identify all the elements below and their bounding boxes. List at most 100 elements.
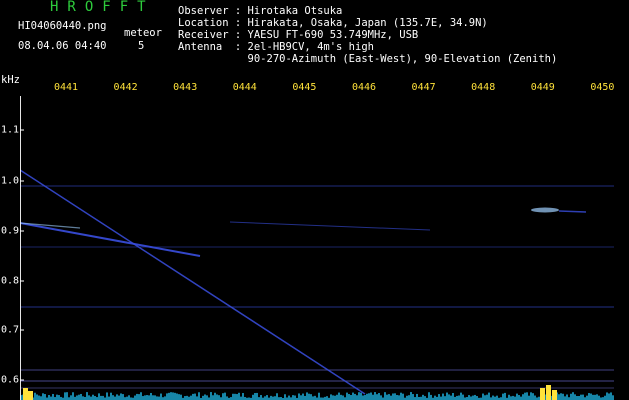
- noise-bar: [336, 394, 338, 400]
- noise-bar: [118, 395, 120, 400]
- station-row: Receiver : YAESU FT-690 53.749MHz, USB: [178, 29, 419, 41]
- noise-bar: [78, 394, 80, 400]
- noise-bar: [528, 395, 530, 400]
- noise-bar: [144, 395, 146, 400]
- noise-bar: [342, 395, 344, 400]
- noise-bar: [396, 394, 398, 400]
- y-axis-unit: kHz: [1, 74, 20, 86]
- noise-bar: [370, 392, 372, 400]
- noise-bar: [422, 394, 424, 400]
- meteor-trace: [229, 221, 431, 231]
- meteor-trace: [558, 210, 587, 213]
- noise-bar: [346, 392, 348, 400]
- noise-bar: [176, 393, 178, 400]
- noise-bar: [438, 394, 440, 400]
- noise-bar: [448, 394, 450, 400]
- noise-bar: [254, 393, 256, 400]
- station-row: Observer : Hirotaka Otsuka: [178, 5, 343, 17]
- noise-bar: [100, 395, 102, 400]
- noise-bar: [412, 394, 414, 400]
- noise-bar: [146, 395, 148, 400]
- noise-bar: [36, 394, 38, 400]
- app-brand: HROFFT: [50, 0, 155, 15]
- noise-bar: [368, 393, 370, 400]
- noise-bar: [604, 395, 606, 400]
- noise-bar: [446, 392, 448, 400]
- noise-bar: [152, 395, 154, 400]
- noise-bar: [598, 395, 600, 400]
- noise-bar: [166, 393, 168, 400]
- noise-bar: [232, 393, 234, 400]
- noise-bar: [318, 392, 320, 400]
- noise-bar: [86, 392, 88, 400]
- noise-bar: [218, 395, 220, 400]
- noise-bar: [472, 395, 474, 400]
- noise-bar: [122, 394, 124, 400]
- noise-burst: [540, 388, 545, 400]
- x-tick-label: 0442: [113, 82, 138, 93]
- noise-bar: [92, 394, 94, 400]
- noise-bar: [560, 393, 562, 400]
- noise-bar: [304, 395, 306, 400]
- noise-bar: [276, 393, 278, 400]
- meteor-count: 5: [138, 40, 145, 52]
- noise-bar: [88, 395, 90, 400]
- noise-bar: [348, 394, 350, 400]
- noise-bar: [502, 393, 504, 400]
- noise-bar: [588, 393, 590, 400]
- noise-bar: [494, 396, 496, 400]
- noise-bar: [450, 395, 452, 400]
- noise-bar: [192, 393, 194, 400]
- noise-bar: [288, 395, 290, 400]
- y-tick-label: 1.1: [1, 124, 20, 136]
- noise-bar: [302, 393, 304, 400]
- noise-bar: [76, 395, 78, 400]
- noise-bar: [212, 395, 214, 400]
- noise-bar: [222, 393, 224, 400]
- y-tick-label: 0.6: [1, 374, 20, 386]
- noise-bar: [156, 396, 158, 400]
- noise-bar: [114, 396, 116, 400]
- noise-bar: [458, 395, 460, 400]
- noise-bar: [386, 394, 388, 400]
- noise-bar: [356, 395, 358, 400]
- x-tick-label: 0450: [590, 82, 615, 93]
- noise-bar: [194, 393, 196, 400]
- noise-bar: [488, 392, 490, 400]
- noise-bar: [354, 393, 356, 400]
- noise-bar: [240, 396, 242, 400]
- noise-bar: [108, 396, 110, 400]
- noise-bar: [564, 396, 566, 400]
- noise-bar: [306, 392, 308, 400]
- noise-bar: [508, 394, 510, 400]
- y-tick-label: 0.9: [1, 225, 20, 237]
- noise-bar: [110, 392, 112, 400]
- noise-bar: [308, 393, 310, 400]
- noise-bar: [216, 394, 218, 400]
- noise-bar: [264, 396, 266, 400]
- noise-bar: [64, 392, 66, 400]
- noise-bar: [518, 395, 520, 400]
- noise-bar: [196, 396, 198, 400]
- noise-bar: [526, 392, 528, 400]
- noise-bar: [394, 393, 396, 400]
- noise-bar: [610, 392, 612, 400]
- noise-burst: [546, 385, 551, 400]
- spectrogram-plot: [20, 129, 614, 400]
- noise-bar: [390, 395, 392, 400]
- noise-bar: [148, 395, 150, 400]
- noise-bar: [56, 394, 58, 400]
- x-tick-label: 0448: [471, 82, 496, 93]
- noise-bar: [256, 392, 258, 400]
- noise-bar: [154, 395, 156, 400]
- noise-bar: [160, 393, 162, 400]
- x-tick-label: 0445: [292, 82, 317, 93]
- noise-bar: [206, 395, 208, 400]
- x-tick-label: 0441: [53, 82, 79, 93]
- noise-bar: [292, 395, 294, 400]
- noise-bar: [202, 395, 204, 400]
- noise-bar: [120, 393, 122, 400]
- noise-bar: [186, 395, 188, 400]
- y-axis-line: [20, 96, 21, 400]
- y-tick-label: 1.0: [1, 175, 20, 187]
